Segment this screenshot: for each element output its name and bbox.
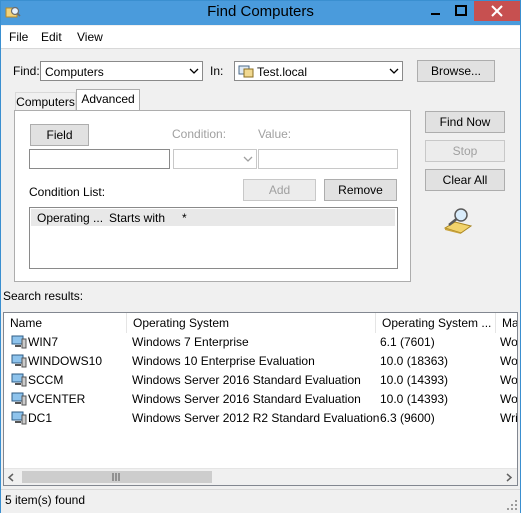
condition-list-item[interactable]: Operating ... Starts with * bbox=[31, 209, 395, 226]
column-header-operating-system[interactable]: Operating System bbox=[127, 313, 376, 333]
table-row[interactable]: WIN7 Windows 7 Enterprise 6.1 (7601) Wo bbox=[4, 333, 517, 352]
computer-icon bbox=[11, 411, 27, 425]
find-computers-window: Find Computers File Edit View Find: Comp… bbox=[0, 0, 521, 513]
computer-os: Windows Server 2016 Standard Evaluation bbox=[132, 392, 361, 406]
condition-value: * bbox=[182, 211, 187, 225]
table-row[interactable]: SCCM Windows Server 2016 Standard Evalua… bbox=[4, 371, 517, 390]
find-now-button[interactable]: Find Now bbox=[425, 111, 505, 133]
computer-name: DC1 bbox=[28, 411, 53, 425]
menu-bar: File Edit View bbox=[1, 26, 520, 49]
close-button[interactable] bbox=[474, 1, 520, 21]
search-results-label: Search results: bbox=[3, 289, 84, 303]
computer-managed-by: Wo bbox=[500, 354, 518, 368]
add-button[interactable]: Add bbox=[243, 179, 316, 201]
resize-grip-icon[interactable] bbox=[507, 500, 518, 511]
maximize-button[interactable] bbox=[448, 1, 474, 21]
computer-os: Windows 7 Enterprise bbox=[132, 335, 249, 349]
scroll-left-icon bbox=[7, 473, 14, 482]
computer-icon bbox=[11, 335, 27, 349]
tab-computers[interactable]: Computers bbox=[15, 92, 76, 112]
title-bar[interactable]: Find Computers bbox=[1, 1, 520, 25]
chevron-down-icon bbox=[243, 156, 253, 162]
scroll-right-icon bbox=[506, 473, 513, 482]
field-button[interactable]: Field bbox=[30, 124, 89, 146]
scrollbar-thumb[interactable] bbox=[22, 471, 212, 483]
computer-managed-by: Wo bbox=[500, 373, 518, 387]
value-label: Value: bbox=[258, 127, 292, 141]
menu-file[interactable]: File bbox=[9, 30, 28, 44]
computer-managed-by: Wo bbox=[500, 392, 518, 406]
find-type-value: Computers bbox=[45, 65, 104, 79]
domain-select[interactable]: Test.local bbox=[234, 61, 403, 81]
clear-all-button[interactable]: Clear All bbox=[425, 169, 505, 191]
status-text: 5 item(s) found bbox=[5, 493, 86, 507]
condition-list-label: Condition List: bbox=[29, 185, 106, 199]
status-bar: 5 item(s) found bbox=[1, 489, 520, 513]
remove-button[interactable]: Remove bbox=[324, 179, 397, 201]
chevron-down-icon bbox=[189, 68, 199, 74]
table-row[interactable]: VCENTER Windows Server 2016 Standard Eva… bbox=[4, 390, 517, 409]
find-label: Find: bbox=[13, 64, 40, 78]
computer-os-version: 10.0 (14393) bbox=[380, 392, 449, 406]
minimize-button[interactable] bbox=[422, 1, 448, 21]
tab-advanced[interactable]: Advanced bbox=[76, 89, 140, 112]
horizontal-scrollbar[interactable] bbox=[4, 468, 517, 485]
menu-view[interactable]: View bbox=[77, 30, 103, 44]
domain-icon bbox=[238, 65, 254, 78]
computer-os: Windows Server 2016 Standard Evaluation bbox=[132, 373, 361, 387]
find-type-select[interactable]: Computers bbox=[40, 61, 203, 81]
column-header-managed-by[interactable]: Ma bbox=[496, 313, 517, 333]
minimize-icon bbox=[431, 13, 440, 15]
menu-edit[interactable]: Edit bbox=[41, 30, 62, 44]
chevron-down-icon bbox=[389, 68, 399, 74]
browse-button[interactable]: Browse... bbox=[417, 60, 495, 82]
computer-name: SCCM bbox=[28, 373, 64, 387]
computer-managed-by: Wri bbox=[500, 411, 518, 425]
value-input[interactable] bbox=[258, 149, 398, 169]
computer-icon bbox=[11, 392, 27, 406]
grip-icon bbox=[112, 473, 120, 481]
computer-os-version: 10.0 (18363) bbox=[380, 354, 449, 368]
column-header-os-version[interactable]: Operating System ... bbox=[376, 313, 496, 333]
field-input[interactable] bbox=[29, 149, 170, 169]
computer-os-version: 10.0 (14393) bbox=[380, 373, 449, 387]
advanced-tab-panel: Field Condition: Value: Condition List: … bbox=[14, 110, 411, 282]
close-icon bbox=[491, 5, 503, 17]
condition-select[interactable] bbox=[173, 149, 257, 169]
maximize-icon bbox=[455, 5, 467, 16]
computer-os: Windows Server 2012 R2 Standard Evaluati… bbox=[132, 411, 380, 425]
condition-field: Operating ... bbox=[37, 211, 104, 225]
computer-name: WIN7 bbox=[28, 335, 58, 349]
condition-operator: Starts with bbox=[109, 211, 166, 225]
table-row[interactable]: DC1 Windows Server 2012 R2 Standard Eval… bbox=[4, 409, 517, 428]
computer-os-version: 6.1 (7601) bbox=[380, 335, 435, 349]
condition-list[interactable]: Operating ... Starts with * bbox=[29, 207, 398, 269]
computer-os-version: 6.3 (9600) bbox=[380, 411, 435, 425]
search-results-list[interactable]: Name Operating System Operating System .… bbox=[3, 312, 518, 486]
computer-icon bbox=[11, 373, 27, 387]
table-row[interactable]: WINDOWS10 Windows 10 Enterprise Evaluati… bbox=[4, 352, 517, 371]
computer-icon bbox=[11, 354, 27, 368]
computer-managed-by: Wo bbox=[500, 335, 518, 349]
computer-name: VCENTER bbox=[28, 392, 86, 406]
in-label: In: bbox=[210, 64, 224, 78]
column-header-name[interactable]: Name bbox=[4, 313, 127, 333]
condition-label: Condition: bbox=[172, 127, 227, 141]
domain-value: Test.local bbox=[257, 65, 308, 79]
computer-name: WINDOWS10 bbox=[28, 354, 103, 368]
search-magnifier-icon bbox=[443, 208, 473, 234]
computer-os: Windows 10 Enterprise Evaluation bbox=[132, 354, 315, 368]
stop-button[interactable]: Stop bbox=[425, 140, 505, 162]
